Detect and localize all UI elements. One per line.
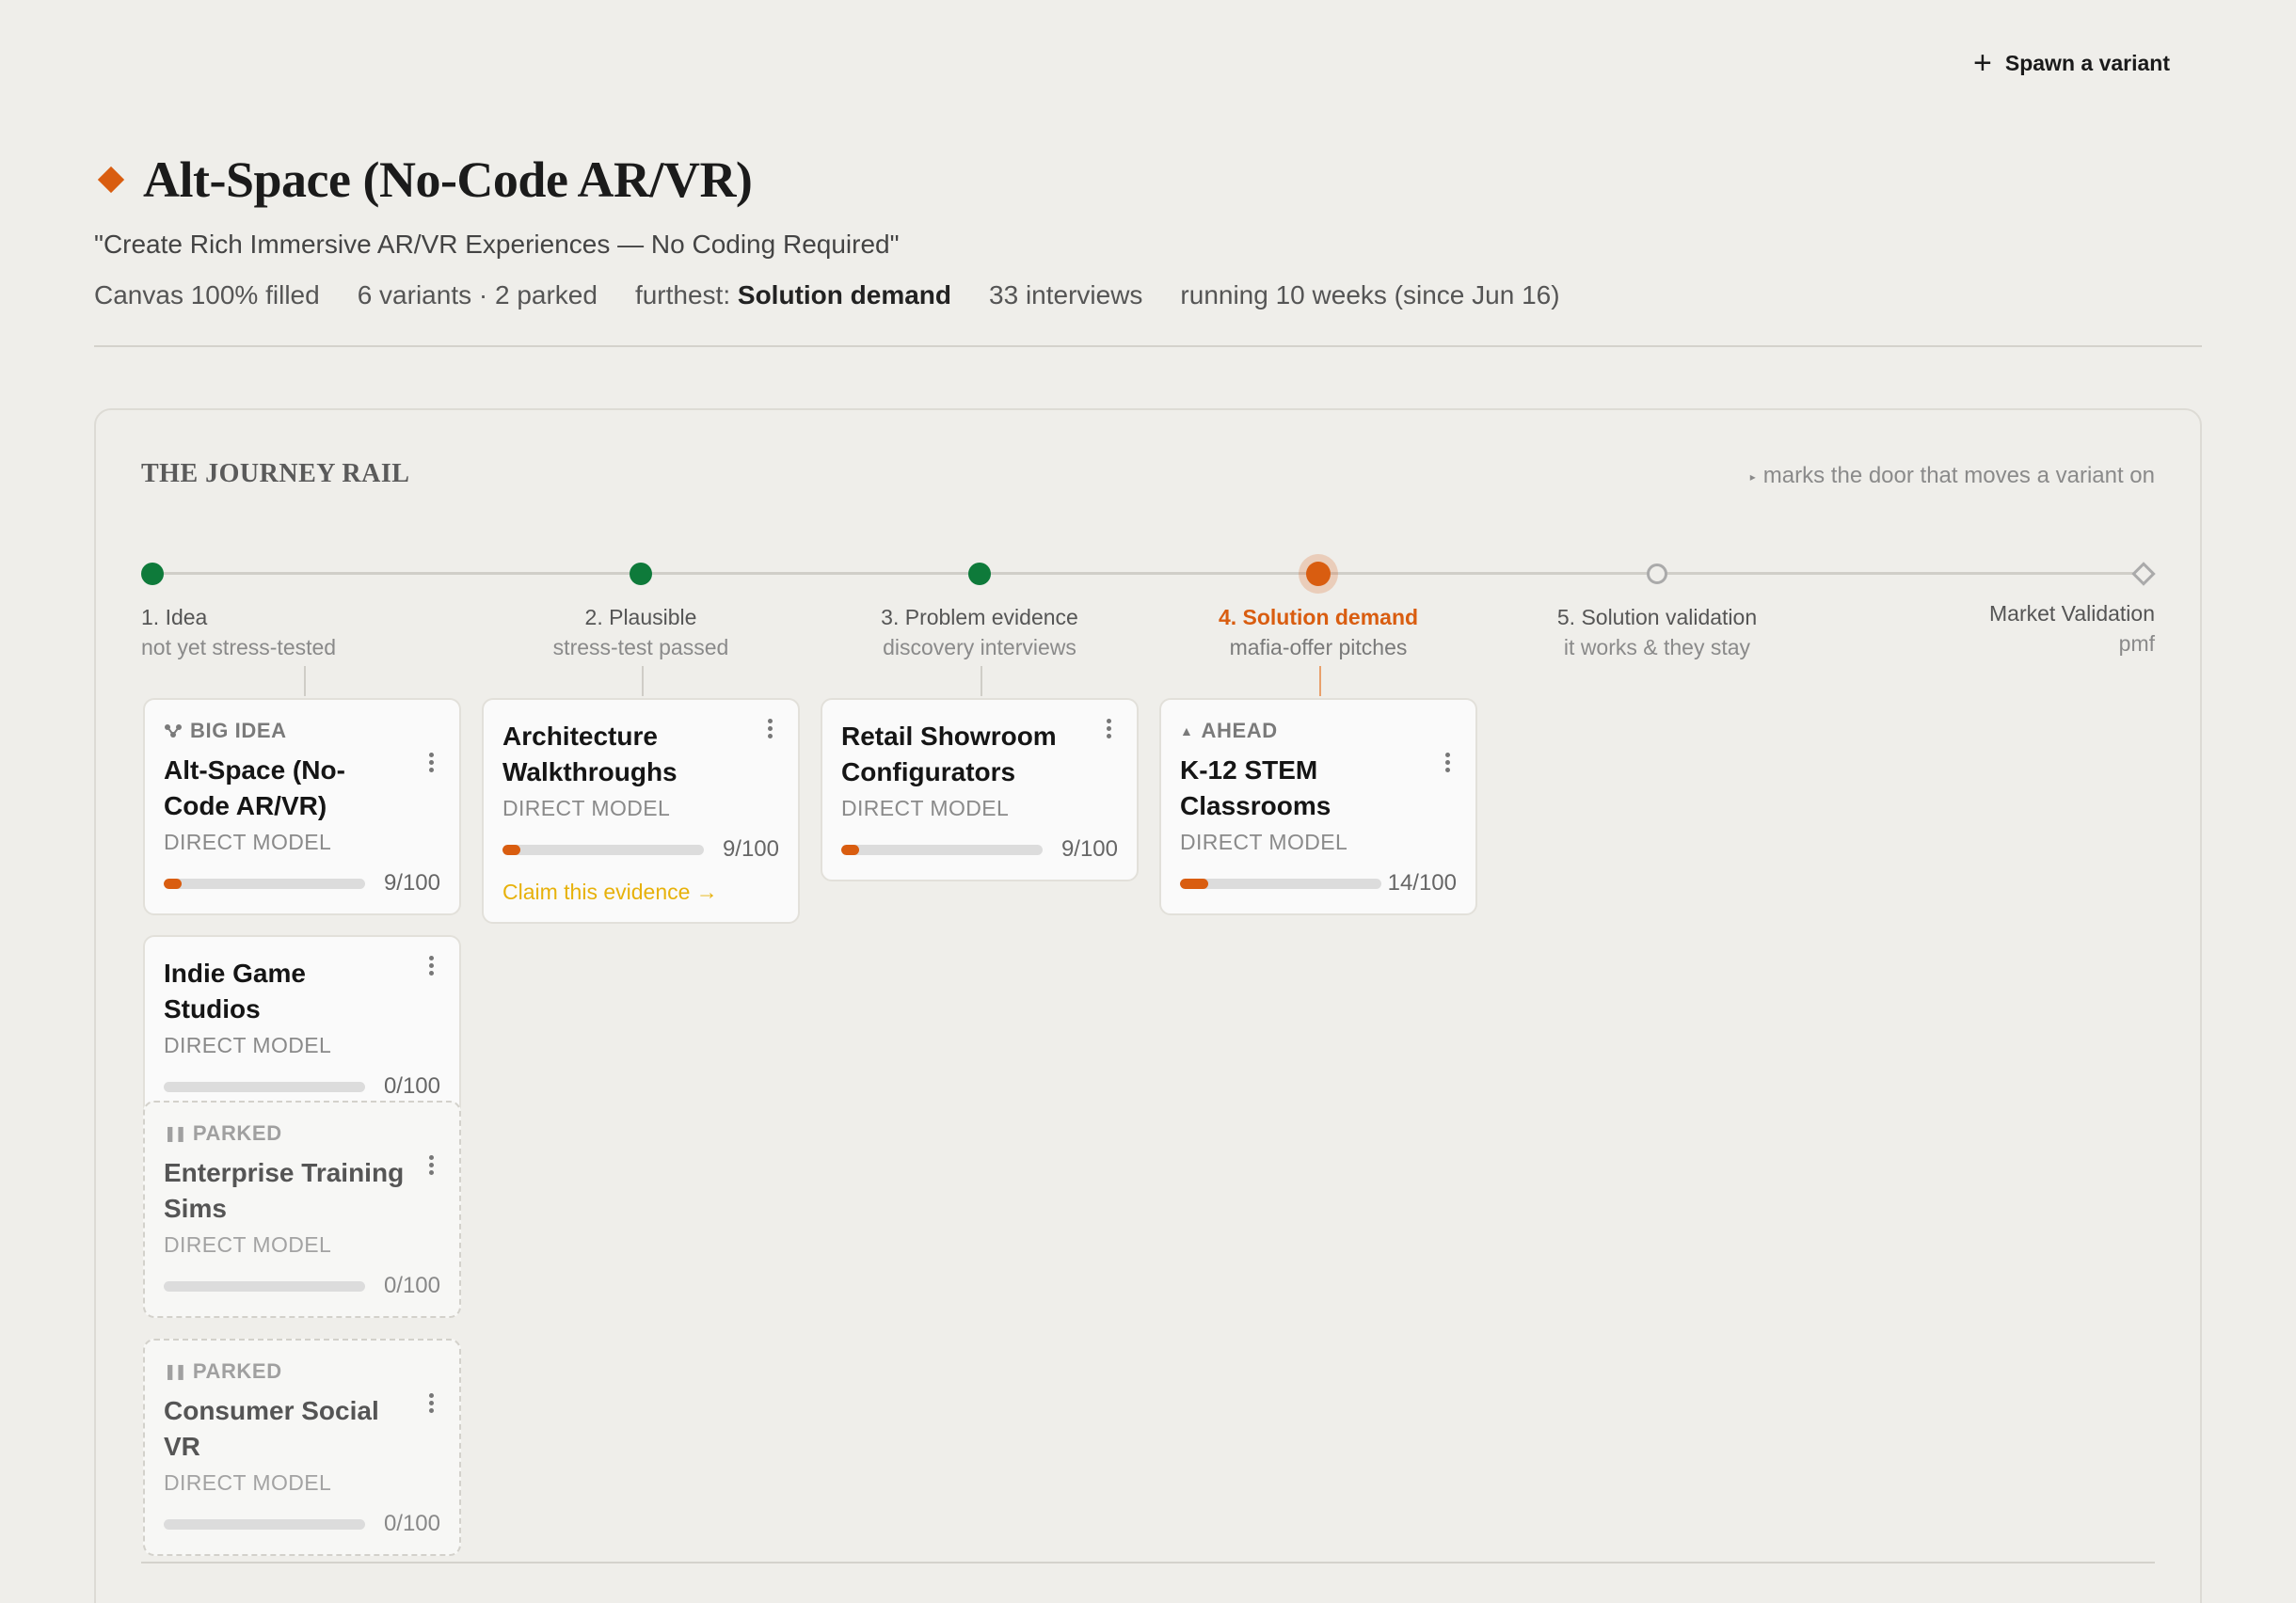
stage-label-market-validation: Market Validation pmf (1989, 601, 2155, 656)
running-stat: running 10 weeks (since Jun 16) (1180, 280, 1560, 309)
stage-label-solution-demand: 4. Solution demand mafia-offer pitches (1218, 605, 1419, 659)
variant-name: Retail Showroom Configurators (841, 722, 1057, 786)
variant-score: 0/100 (383, 1273, 440, 1298)
variant-card-indie-game-studios[interactable]: Indie Game Studios DIRECT MODEL 0/100 (143, 935, 461, 1119)
variant-score: 9/100 (722, 836, 779, 862)
variant-score: 0/100 (383, 1511, 440, 1536)
progress-bar (164, 1518, 365, 1530)
stage-label-solution-validation: 5. Solution validation it works & they s… (1556, 605, 1758, 659)
variant-score: 9/100 (1060, 836, 1118, 862)
connector (1319, 666, 1321, 696)
progress-bar (164, 1081, 365, 1092)
variant-model: DIRECT MODEL (164, 1232, 332, 1257)
journey-rail-note: ▸ marks the door that moves a variant on (1749, 463, 2155, 488)
ahead-badge: ▲ AHEAD (1180, 719, 1278, 742)
variant-card-retail-showroom[interactable]: Retail Showroom Configurators DIRECT MOD… (821, 698, 1139, 881)
variant-score: 14/100 (1387, 870, 1457, 896)
stage-label-idea: 1. Idea not yet stress-tested (141, 605, 337, 659)
journey-rail-title: THE JOURNEY RAIL (141, 459, 410, 488)
plus-icon: + (1973, 45, 1992, 81)
pause-icon: ❚❚ (164, 1364, 187, 1380)
variant-card-architecture-walkthroughs[interactable]: Architecture Walkthroughs DIRECT MODEL 9… (482, 698, 800, 924)
connector (642, 666, 644, 696)
header-divider (94, 345, 2202, 347)
variant-name: Consumer Social VR (164, 1396, 379, 1461)
variant-model: DIRECT MODEL (1180, 830, 1348, 854)
variants-stat: 6 variants · 2 parked (357, 280, 598, 309)
stage-label-problem-evidence: 3. Problem evidence discovery interviews (881, 605, 1078, 659)
more-menu-icon[interactable] (429, 956, 435, 976)
canvas-fill-stat: Canvas 100% filled (94, 280, 320, 309)
journey-rail-panel: THE JOURNEY RAIL ▸ marks the door that mo… (94, 408, 2202, 1603)
parked-badge: ❚❚ PARKED (164, 1359, 282, 1383)
section-divider (141, 1562, 2155, 1563)
variant-card-consumer-social-vr[interactable]: ❚❚ PARKED Consumer Social VR DIRECT MODE… (143, 1339, 461, 1556)
progress-bar (1180, 878, 1381, 889)
page-title: Alt-Space (No-Code AR/VR) (143, 151, 753, 208)
project-meta: Canvas 100% filled 6 variants · 2 parked… (94, 280, 2202, 310)
more-menu-icon[interactable] (429, 1393, 435, 1414)
furthest-stat: furthest: Solution demand (634, 280, 952, 309)
more-menu-icon[interactable] (1445, 753, 1451, 773)
interviews-stat: 33 interviews (989, 280, 1143, 309)
variant-model: DIRECT MODEL (502, 796, 671, 820)
progress-bar (164, 878, 365, 889)
variant-model: DIRECT MODEL (164, 830, 332, 854)
diamond-icon (97, 166, 125, 194)
variant-name: Enterprise Training Sims (164, 1158, 405, 1223)
connector (304, 666, 306, 696)
variant-name: Alt-Space (No-Code AR/VR) (164, 755, 345, 820)
pause-icon: ❚❚ (164, 1126, 187, 1142)
variant-model: DIRECT MODEL (841, 796, 1010, 820)
stage-node-solution-validation[interactable] (1647, 563, 1667, 584)
project-tagline: "Create Rich Immersive AR/VR Experiences… (94, 230, 900, 259)
variant-card-k12-stem[interactable]: ▲ AHEAD K-12 STEM Classrooms DIRECT MODE… (1159, 698, 1477, 915)
caret-up-icon: ▲ (1180, 723, 1194, 738)
stage-label-plausible: 2. Plausible stress-test passed (552, 605, 729, 659)
variant-score: 0/100 (383, 1073, 440, 1099)
stage-node-market-validation[interactable] (2131, 562, 2156, 586)
stage-node-problem-evidence[interactable] (968, 563, 991, 585)
rail-line (152, 572, 2144, 575)
triangle-icon: ▸ (1749, 469, 1756, 484)
big-idea-badge: BIG IDEA (164, 719, 440, 743)
stage-node-solution-demand[interactable] (1306, 562, 1331, 586)
variant-model: DIRECT MODEL (164, 1033, 332, 1057)
stage-node-idea[interactable] (141, 563, 164, 585)
more-menu-icon[interactable] (429, 753, 435, 773)
parked-badge: ❚❚ PARKED (164, 1121, 282, 1145)
stage-node-plausible[interactable] (630, 563, 652, 585)
project-header: Alt-Space (No-Code AR/VR) "Create Rich I… (94, 151, 2202, 310)
variant-score: 9/100 (383, 870, 440, 896)
progress-bar (164, 1280, 365, 1292)
spawn-variant-button[interactable]: + Spawn a variant (1964, 41, 2179, 85)
progress-bar (841, 844, 1043, 855)
progress-bar (502, 844, 704, 855)
more-menu-icon[interactable] (768, 719, 773, 739)
branch-icon (165, 724, 182, 738)
spawn-variant-label: Spawn a variant (2004, 50, 2170, 75)
variant-model: DIRECT MODEL (164, 1470, 332, 1495)
claim-evidence-link[interactable]: Claim this evidence → (502, 880, 779, 905)
variant-card-big-idea[interactable]: BIG IDEA Alt-Space (No-Code AR/VR) DIREC… (143, 698, 461, 915)
furthest-stage: Solution demand (737, 280, 952, 309)
variant-name: K-12 STEM Classrooms (1180, 755, 1331, 820)
more-menu-icon[interactable] (1107, 719, 1112, 739)
variant-card-enterprise-training-sims[interactable]: ❚❚ PARKED Enterprise Training Sims DIREC… (143, 1101, 461, 1318)
connector (981, 666, 982, 696)
variant-name: Architecture Walkthroughs (502, 722, 678, 786)
more-menu-icon[interactable] (429, 1155, 435, 1176)
variant-name: Indie Game Studios (164, 959, 306, 1024)
